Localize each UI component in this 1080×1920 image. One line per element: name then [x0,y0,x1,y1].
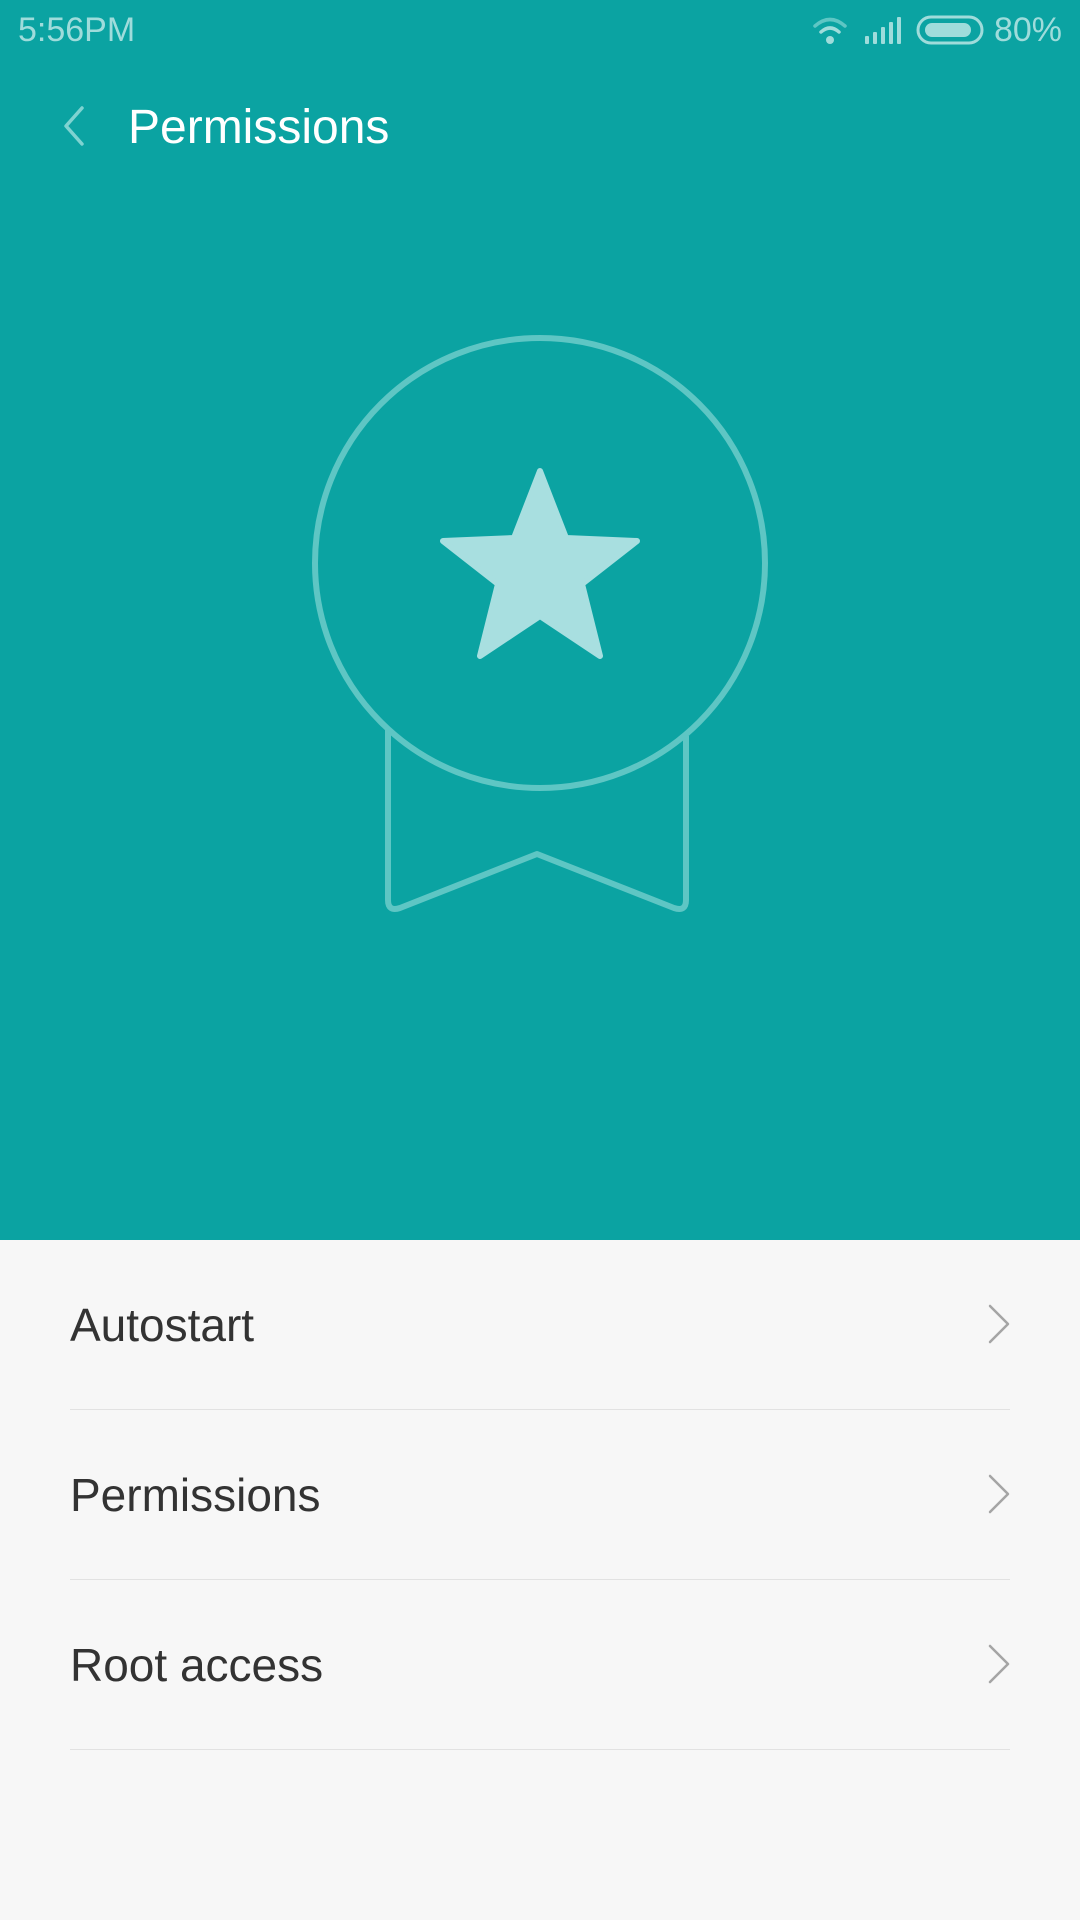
chevron-right-icon [986,1302,1012,1351]
menu-item-label: Autostart [70,1299,255,1351]
hero-banner: 5:56PM 80% Permissions [0,0,1080,1240]
medal-star [440,468,640,659]
divider [70,1749,1010,1750]
settings-menu-list: Autostart Permissions Root access [0,1240,1080,1750]
menu-item-root-access[interactable]: Root access [0,1580,1080,1750]
chevron-right-icon [986,1472,1012,1521]
menu-item-label: Root access [70,1639,324,1691]
chevron-right-icon [986,1642,1012,1691]
medal-star-icon [312,335,768,912]
menu-item-autostart[interactable]: Autostart [0,1240,1080,1410]
medal-ribbon [385,728,689,912]
menu-item-permissions[interactable]: Permissions [0,1410,1080,1580]
menu-item-label: Permissions [70,1469,321,1521]
